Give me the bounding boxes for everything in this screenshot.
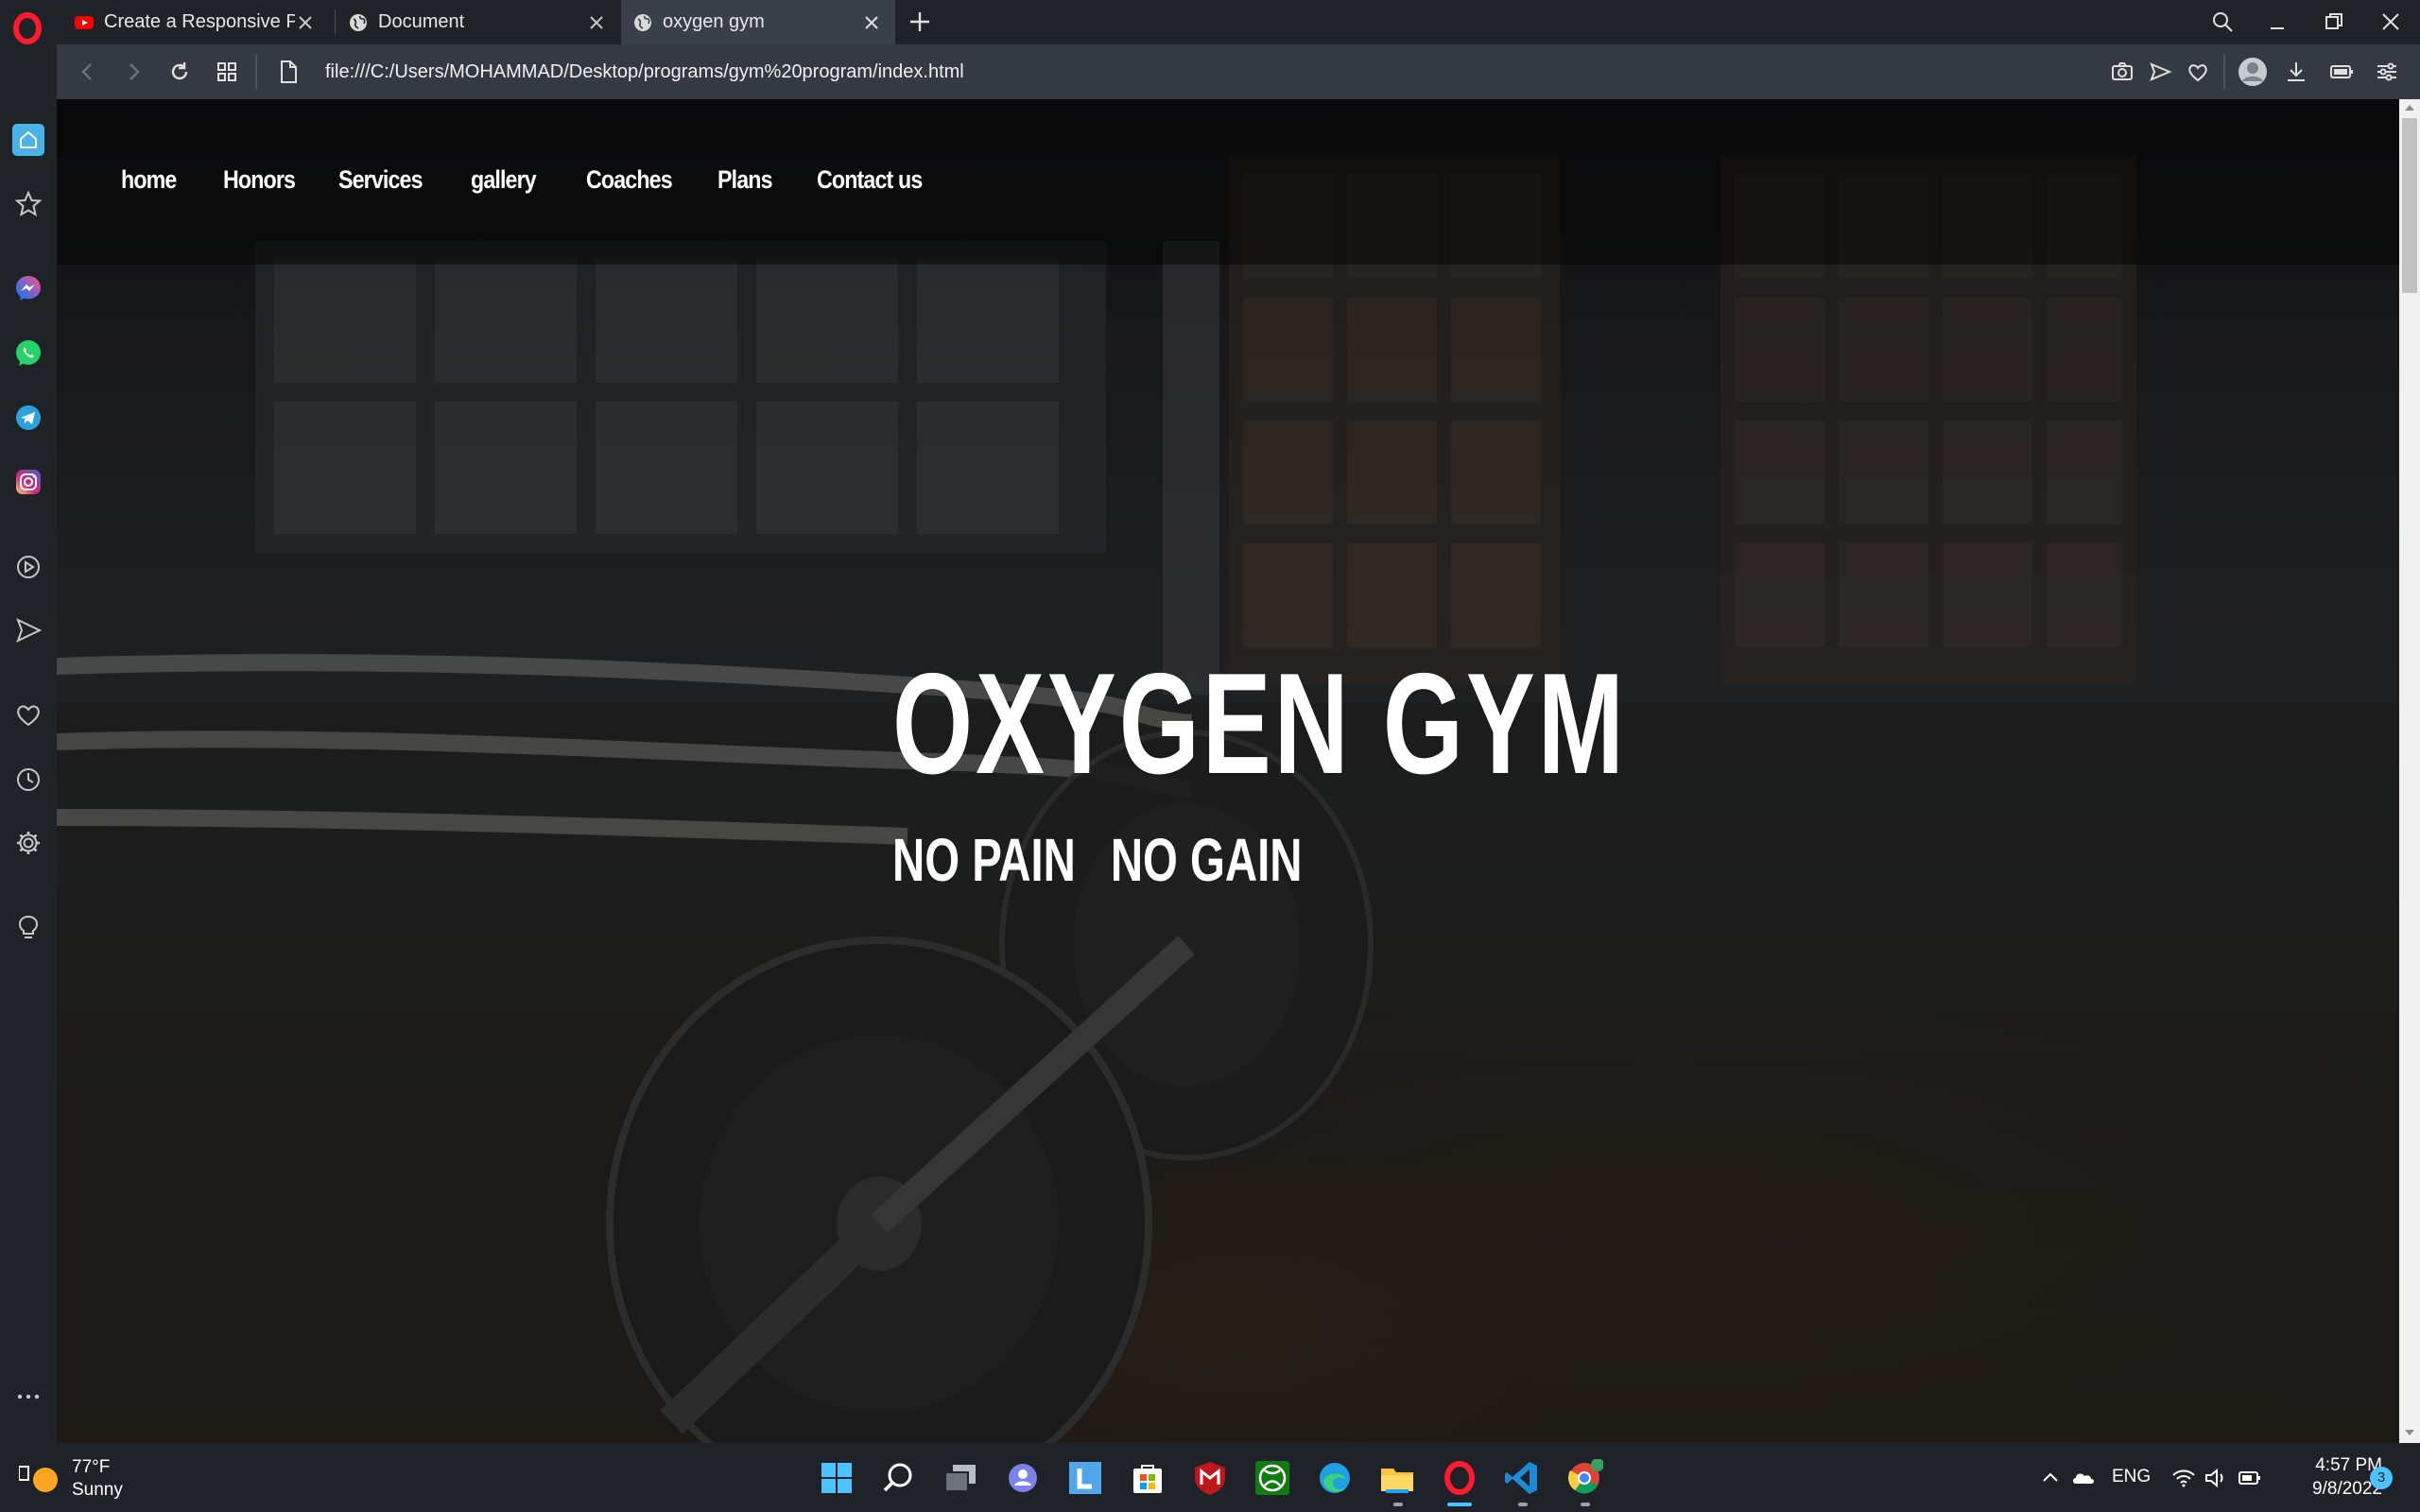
tab-title: Document	[378, 11, 465, 32]
mcafee-icon[interactable]	[1191, 1459, 1229, 1497]
telegram-icon[interactable]	[12, 402, 44, 434]
opera-logo-icon[interactable]	[11, 12, 43, 44]
nav-link-home[interactable]: home	[121, 165, 177, 195]
hero-title: OXYGEN GYM	[892, 644, 1627, 804]
forward-icon[interactable]	[119, 58, 147, 86]
tab-title: oxygen gym	[663, 11, 765, 32]
tab-bar: Create a Responsive Person Document oxyg…	[0, 0, 2420, 44]
windows-start-icon[interactable]	[818, 1459, 856, 1497]
nav-link-honors[interactable]: Honors	[223, 165, 296, 195]
sunny-weather-icon[interactable]	[19, 1463, 60, 1495]
restore-icon[interactable]	[2318, 6, 2350, 38]
chrome-running-indicator	[1581, 1503, 1590, 1506]
lightbulb-icon[interactable]	[12, 911, 44, 943]
globe-icon	[350, 13, 367, 31]
tab-document[interactable]: Document	[337, 0, 620, 44]
site-navbar: home Honors Services gallery Coaches Pla…	[57, 99, 2399, 265]
tab-youtube[interactable]: Create a Responsive Person	[62, 0, 329, 44]
send-icon[interactable]	[2146, 58, 2174, 86]
downloads-icon[interactable]	[2282, 58, 2310, 86]
weather-temperature[interactable]: 77°F	[72, 1457, 110, 1478]
nav-link-services[interactable]: Services	[338, 165, 424, 195]
xbox-icon[interactable]	[1253, 1459, 1291, 1497]
tab-snapshot-icon[interactable]	[213, 58, 241, 86]
easy-setup-icon[interactable]	[2373, 58, 2401, 86]
edge-icon[interactable]	[1316, 1459, 1354, 1497]
battery-saver-icon[interactable]	[2327, 58, 2356, 86]
task-view-icon[interactable]	[942, 1459, 979, 1497]
close-window-icon[interactable]	[2375, 6, 2407, 38]
nav-link-coaches[interactable]: Coaches	[586, 165, 673, 195]
back-icon[interactable]	[74, 58, 102, 86]
scroll-up-icon[interactable]	[2402, 101, 2417, 114]
home-icon[interactable]	[12, 124, 44, 156]
settings-icon[interactable]	[12, 827, 44, 859]
globe-icon	[634, 13, 651, 31]
profile-avatar-icon[interactable]	[2237, 56, 2269, 88]
history-icon[interactable]	[12, 764, 44, 796]
page-viewport: home Honors Services gallery Coaches Pla…	[57, 99, 2399, 1443]
lenovo-vantage-icon[interactable]	[1066, 1459, 1104, 1497]
chevron-up-icon[interactable]	[2037, 1465, 2064, 1491]
file-explorer-icon[interactable]	[1378, 1459, 1416, 1497]
wifi-icon[interactable]	[2170, 1465, 2197, 1491]
tab-oxygen-gym[interactable]: oxygen gym	[621, 0, 895, 44]
close-tab-icon[interactable]	[295, 12, 316, 33]
minimize-icon[interactable]	[2261, 6, 2293, 38]
heart-icon[interactable]	[2184, 58, 2212, 86]
heart-icon[interactable]	[12, 698, 44, 730]
vscode-running-indicator	[1518, 1503, 1528, 1506]
reload-icon[interactable]	[165, 58, 194, 86]
close-tab-icon[interactable]	[586, 12, 607, 33]
clock-date[interactable]: 9/8/2022	[2288, 1479, 2382, 1500]
search-icon[interactable]	[879, 1459, 917, 1497]
scrollbar-thumb[interactable]	[2402, 118, 2417, 293]
tab-title: Create a Responsive Person	[104, 11, 295, 32]
language-indicator[interactable]: ENG	[2112, 1467, 2151, 1487]
more-icon[interactable]	[12, 1381, 44, 1413]
explorer-running-indicator	[1393, 1503, 1403, 1506]
flow-icon[interactable]	[12, 614, 44, 646]
nav-link-gallery[interactable]: gallery	[471, 165, 537, 195]
weather-condition[interactable]: Sunny	[72, 1480, 123, 1501]
hero-subtitle-part-2: NO GAIN	[1110, 826, 1303, 894]
opera-taskbar-icon[interactable]	[1441, 1459, 1478, 1497]
notification-badge[interactable]: 3	[2370, 1467, 2393, 1489]
whatsapp-icon[interactable]	[12, 337, 44, 369]
volume-icon[interactable]	[2203, 1465, 2229, 1491]
opera-running-indicator	[1447, 1503, 1472, 1506]
bookmarks-icon[interactable]	[12, 188, 44, 220]
close-tab-icon[interactable]	[861, 12, 882, 33]
file-icon[interactable]	[277, 59, 300, 85]
hero-subtitle-part-1: NO PAIN	[892, 826, 1076, 894]
clock-time[interactable]: 4:57 PM	[2288, 1455, 2382, 1476]
camera-icon[interactable]	[2108, 58, 2136, 86]
battery-icon[interactable]	[2237, 1465, 2263, 1491]
vscode-icon[interactable]	[1503, 1459, 1541, 1497]
toolbar-divider	[2223, 55, 2225, 89]
instagram-icon[interactable]	[12, 466, 44, 498]
scroll-down-icon[interactable]	[2402, 1426, 2417, 1439]
chrome-icon[interactable]	[1565, 1459, 1603, 1497]
vertical-scrollbar[interactable]	[2399, 99, 2420, 1443]
sidebar	[0, 44, 57, 1443]
player-icon[interactable]	[12, 551, 44, 583]
new-tab-icon[interactable]	[906, 8, 934, 36]
messenger-icon[interactable]	[12, 272, 44, 304]
microsoft-store-icon[interactable]	[1129, 1459, 1167, 1497]
address-divider	[255, 55, 257, 89]
search-tabs-icon[interactable]	[2206, 6, 2238, 38]
nav-link-contact[interactable]: Contact us	[817, 165, 923, 195]
url-field[interactable]: file:///C:/Users/MOHAMMAD/Desktop/progra…	[325, 59, 964, 85]
youtube-icon	[75, 15, 94, 29]
hero-subtitle: NO PAIN NO GAIN	[892, 830, 1302, 890]
nav-link-plans[interactable]: Plans	[717, 165, 773, 195]
teams-chat-icon[interactable]	[1004, 1459, 1042, 1497]
onedrive-cloud-icon[interactable]	[2070, 1465, 2097, 1491]
tab-divider	[335, 9, 336, 35]
